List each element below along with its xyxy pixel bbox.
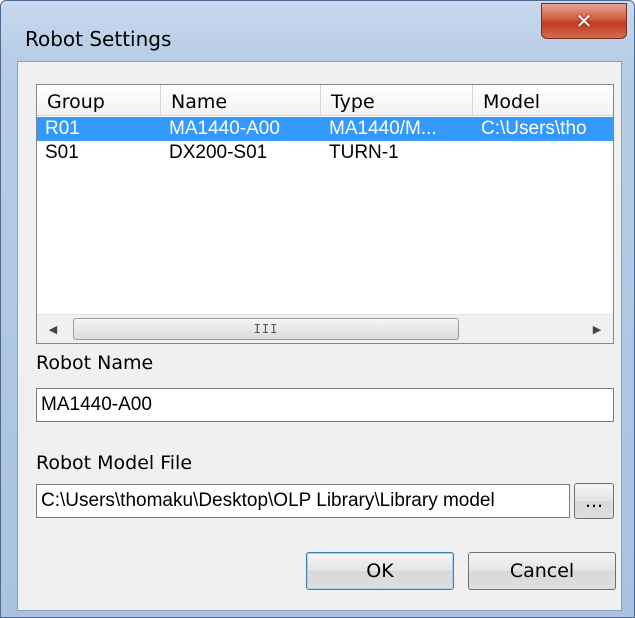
- robot-model-file-field[interactable]: C:\Users\thomaku\Desktop\OLP Library\Lib…: [36, 484, 570, 518]
- list-header: Group Name Type Model: [37, 85, 613, 116]
- scroll-right-arrow-icon[interactable]: ▶: [583, 315, 611, 343]
- table-row[interactable]: S01 DX200-S01 TURN-1: [37, 141, 613, 165]
- browse-button[interactable]: ...: [574, 483, 614, 519]
- dialog-client-area: Group Name Type Model R01 MA1440-A00 MA1…: [17, 61, 622, 611]
- cell-model: C:\Users\tho: [481, 118, 587, 139]
- robot-name-field[interactable]: MA1440-A00: [36, 388, 614, 422]
- close-icon: ✕: [575, 9, 593, 33]
- cell-group: S01: [45, 142, 79, 163]
- close-button[interactable]: ✕: [541, 3, 627, 39]
- table-row[interactable]: R01 MA1440-A00 MA1440/M... C:\Users\tho: [37, 117, 613, 141]
- column-header-model[interactable]: Model: [473, 85, 613, 115]
- grip-icon: III: [253, 322, 279, 336]
- scroll-left-arrow-icon[interactable]: ◀: [39, 315, 67, 343]
- cell-name: MA1440-A00: [169, 118, 280, 139]
- cell-type: TURN-1: [329, 142, 399, 163]
- column-header-name[interactable]: Name: [161, 85, 321, 115]
- robot-name-label: Robot Name: [36, 352, 154, 374]
- column-header-type[interactable]: Type: [321, 85, 473, 115]
- cancel-button[interactable]: Cancel: [468, 552, 616, 590]
- title-bar[interactable]: Robot Settings ✕: [1, 1, 634, 61]
- scroll-thumb[interactable]: III: [73, 318, 459, 340]
- cell-type: MA1440/M...: [329, 118, 437, 139]
- ok-button[interactable]: OK: [306, 552, 454, 590]
- cell-name: DX200-S01: [169, 142, 268, 163]
- cell-model: [477, 141, 613, 165]
- horizontal-scrollbar[interactable]: ◀ III ▶: [37, 314, 613, 343]
- robot-settings-dialog: Robot Settings ✕ Group Name Type Model R…: [0, 0, 635, 618]
- cell-group: R01: [45, 118, 80, 139]
- robot-list[interactable]: Group Name Type Model R01 MA1440-A00 MA1…: [36, 84, 614, 344]
- robot-model-file-label: Robot Model File: [36, 452, 193, 474]
- window-title: Robot Settings: [25, 27, 172, 51]
- column-header-group[interactable]: Group: [37, 85, 161, 115]
